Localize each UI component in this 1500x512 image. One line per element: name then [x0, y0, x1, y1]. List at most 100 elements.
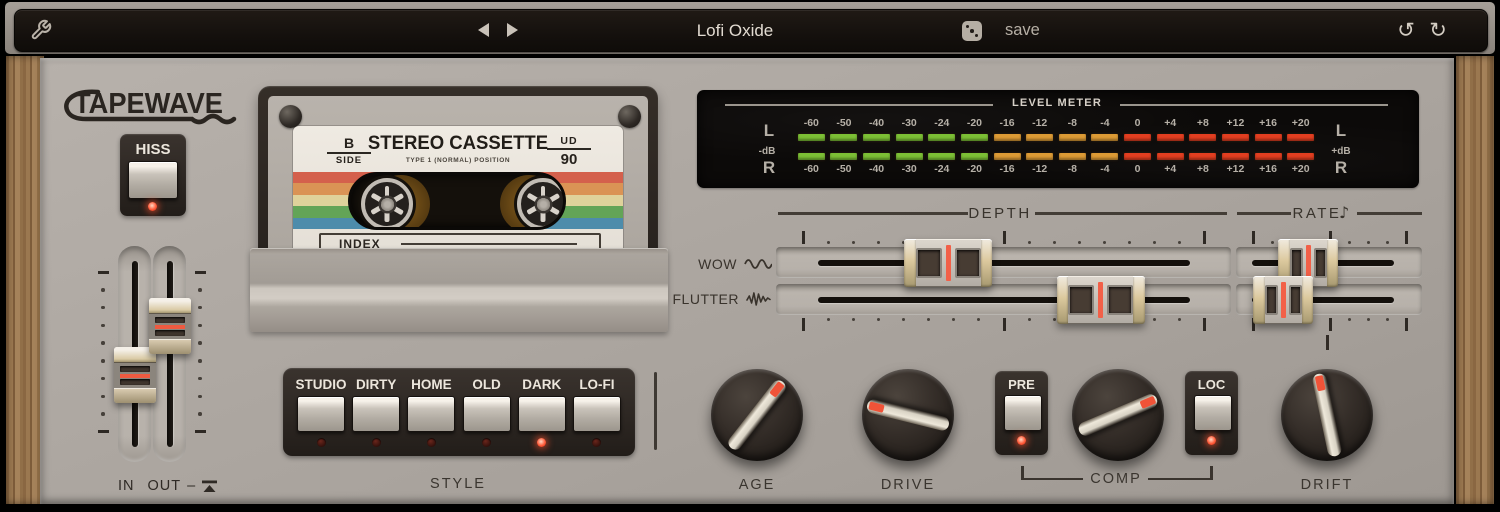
- tick: [1053, 318, 1056, 321]
- style-button-label: DIRTY: [356, 377, 397, 392]
- meter-scale-label: -40: [869, 163, 884, 176]
- meter-segment-right: [896, 153, 923, 160]
- tick: [198, 324, 202, 328]
- tick: [1053, 241, 1056, 244]
- drift-knob[interactable]: [1281, 369, 1373, 461]
- tick: [198, 341, 202, 345]
- meter-cell: +12+12: [1219, 117, 1252, 176]
- meter-scale-label: -50: [836, 163, 851, 176]
- meter-segment-right: [1091, 153, 1118, 160]
- style-led: [482, 438, 491, 447]
- tick: [1348, 318, 1351, 321]
- tick: [1405, 318, 1408, 331]
- depth-rule-right: [1035, 212, 1227, 215]
- titlebar: Lofi Oxide save ↺ ↻: [14, 9, 1488, 52]
- wood-side-right: [1456, 56, 1494, 504]
- meter-scale-label: -30: [902, 117, 917, 130]
- pre-led: [1017, 436, 1026, 445]
- meter-cell: -40 -40: [860, 117, 893, 176]
- tick: [1386, 318, 1389, 321]
- loc-button[interactable]: [1194, 395, 1232, 431]
- tick: [101, 288, 105, 292]
- meter-segment-left: [1091, 134, 1118, 141]
- meter-cell: +8+8: [1187, 117, 1220, 176]
- hiss-button[interactable]: [128, 161, 178, 199]
- style-button-home[interactable]: [407, 396, 455, 432]
- wrench-icon: [30, 19, 52, 41]
- flutter-depth-slider-handle[interactable]: [1057, 276, 1145, 324]
- style-button-old[interactable]: [463, 396, 511, 432]
- meter-segment-right: [1124, 153, 1151, 160]
- meter-cell: -12-12: [1023, 117, 1056, 176]
- style-caption: STYLE: [408, 476, 508, 492]
- redo-icon[interactable]: ↻: [1425, 17, 1451, 43]
- flutter-rate-slider-handle[interactable]: [1253, 276, 1313, 324]
- settings-button[interactable]: [28, 17, 54, 43]
- comp-knob[interactable]: [1072, 369, 1164, 461]
- drive-knob[interactable]: [862, 369, 954, 461]
- wow-depth-slider-track[interactable]: [776, 247, 1231, 278]
- meter-segment-right: [1059, 153, 1086, 160]
- tick: [877, 241, 880, 244]
- tick: [1003, 318, 1006, 331]
- meter-scale-label: -4: [1100, 117, 1109, 130]
- next-arrow-icon: [507, 23, 518, 37]
- tick: [852, 318, 855, 321]
- meter-segment-left: [1124, 134, 1151, 141]
- style-button-label: STUDIO: [295, 377, 346, 392]
- brand-logo: TAPEWAVE: [54, 86, 254, 134]
- tick: [1203, 318, 1206, 331]
- tick: [101, 359, 105, 363]
- rate-rule-right: [1357, 212, 1422, 215]
- input-fader-handle[interactable]: [114, 347, 156, 403]
- cassette-label: B SIDE STEREO CASSETTE TYPE 1 (NORMAL) P…: [293, 126, 623, 266]
- style-button-group: STUDIO: [295, 377, 347, 456]
- wow-label-row: WOW: [656, 256, 772, 272]
- style-button-studio[interactable]: [297, 396, 345, 432]
- flutter-label-row: FLUTTER: [652, 291, 772, 307]
- undo-icon[interactable]: ↺: [1393, 17, 1419, 43]
- age-knob[interactable]: [711, 369, 803, 461]
- hiss-led: [148, 202, 157, 211]
- tick: [1271, 241, 1274, 244]
- meter-segment-left: [1189, 134, 1216, 141]
- plugin-window: Lofi Oxide save ↺ ↻ TAPEWAVE HISS: [0, 0, 1500, 512]
- meter-scale-label: -24: [934, 163, 949, 176]
- loc-switch-module: LOC: [1185, 371, 1238, 455]
- meter-cell: -4-4: [1089, 117, 1122, 176]
- fader-ticks-right: [194, 271, 206, 433]
- meter-scale-label: +12: [1227, 163, 1245, 176]
- meter-scale-label: -40: [869, 117, 884, 130]
- knob-pointer: [1311, 372, 1342, 457]
- limit-icon: [201, 480, 218, 493]
- next-preset-button[interactable]: [502, 19, 522, 41]
- wow-depth-slider-handle[interactable]: [904, 239, 992, 287]
- meter-title: LEVEL METER: [997, 97, 1117, 109]
- meter-segment-right: [961, 153, 988, 160]
- style-button-lofi[interactable]: [573, 396, 621, 432]
- tick: [1252, 231, 1255, 244]
- randomize-button[interactable]: [962, 21, 982, 41]
- section-divider: [654, 372, 657, 450]
- save-button[interactable]: save: [1005, 10, 1075, 51]
- loc-led: [1207, 436, 1216, 445]
- style-button-dirty[interactable]: [352, 396, 400, 432]
- prev-preset-button[interactable]: [473, 19, 493, 41]
- tick: [952, 318, 955, 321]
- output-fader-handle[interactable]: [149, 298, 191, 354]
- meter-segment-left: [896, 134, 923, 141]
- meter-cell: +20+20: [1284, 117, 1317, 176]
- style-button-label: OLD: [472, 377, 501, 392]
- meter-scale-label: -8: [1068, 163, 1077, 176]
- style-button-dark[interactable]: [518, 396, 566, 432]
- tick: [1203, 231, 1206, 244]
- preset-name[interactable]: Lofi Oxide: [635, 10, 835, 51]
- meter-right-db: +dB: [1323, 146, 1359, 157]
- pre-button[interactable]: [1004, 395, 1042, 431]
- style-button-group: LO-FI: [571, 377, 623, 456]
- tick: [1103, 241, 1106, 244]
- flutter-depth-slider-track[interactable]: [776, 284, 1231, 315]
- meter-scale-label: -12: [1032, 117, 1047, 130]
- rate-caption: RATE: [1291, 205, 1343, 222]
- screw-icon: [279, 105, 302, 128]
